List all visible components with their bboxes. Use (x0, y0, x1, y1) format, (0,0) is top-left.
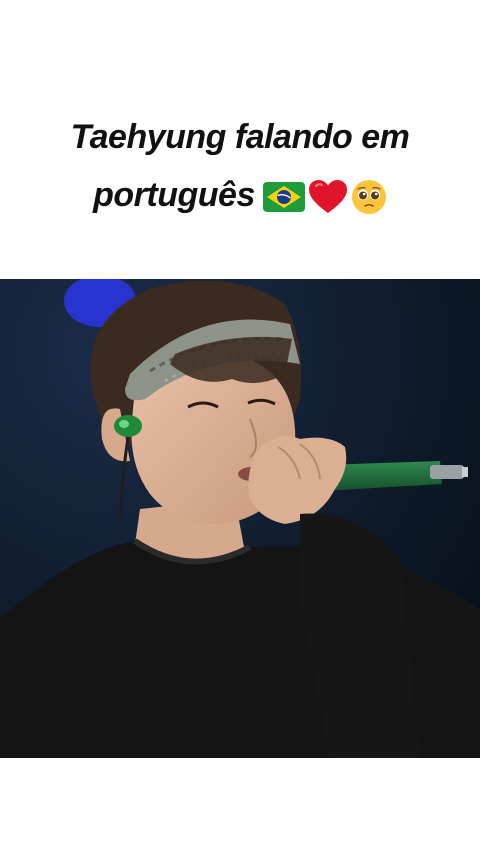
red-heart-icon (308, 179, 348, 215)
post-caption: Taehyung falando em português (0, 108, 480, 224)
reel-page: Taehyung falando em português (0, 0, 480, 854)
caption-line-1: Taehyung falando em (70, 118, 410, 156)
caption-line-2: português (0, 166, 480, 224)
caption-emojis (262, 179, 387, 215)
brazil-flag-icon (262, 182, 305, 213)
video-frame-image (0, 279, 480, 758)
pleading-face-icon (351, 179, 387, 215)
caption-line-2-text: português (93, 176, 255, 214)
video-frame[interactable] (0, 279, 480, 758)
